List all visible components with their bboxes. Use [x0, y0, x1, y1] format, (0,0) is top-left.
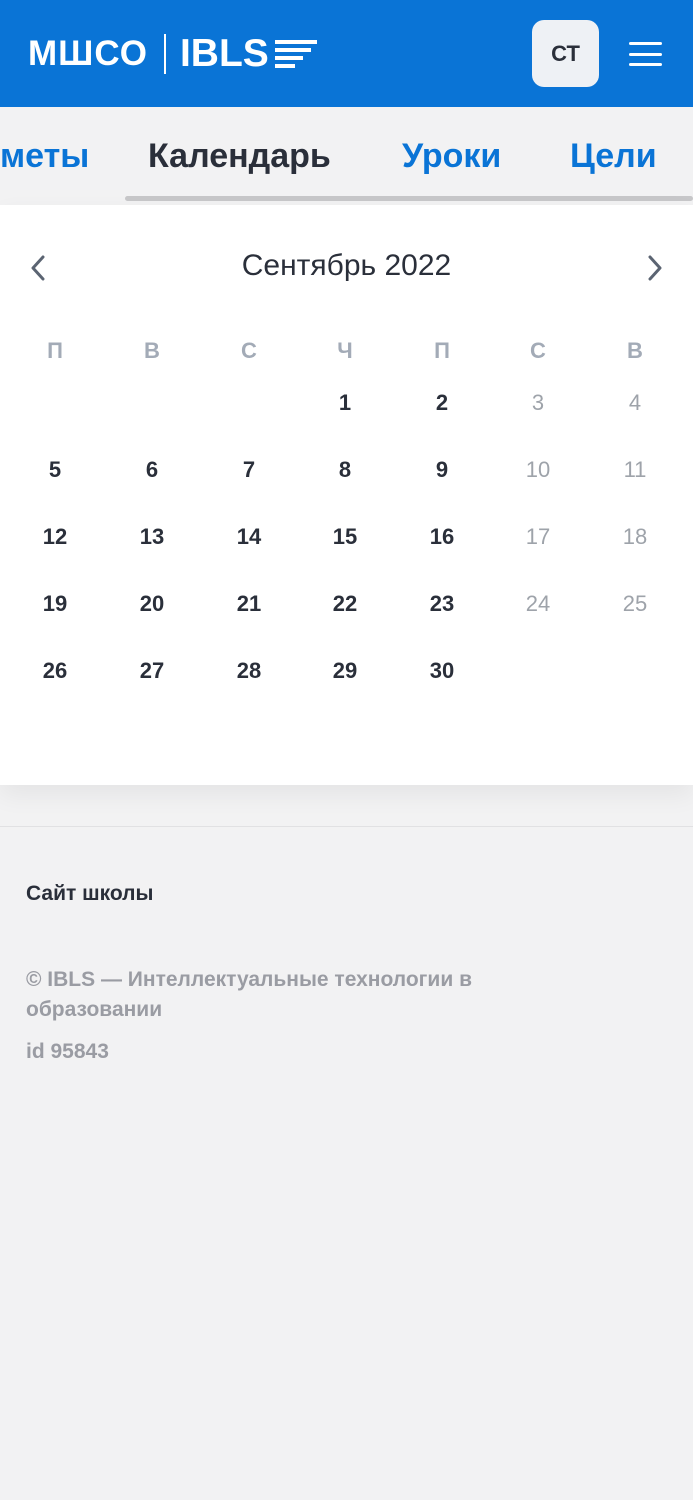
- calendar: Сентябрь 2022 ПВСЧПСВ 1 2 3 4 5 6 7 8 9 10 11 12 13 1…: [0, 205, 693, 785]
- calendar-day[interactable]: 14: [219, 524, 279, 550]
- copyright-text: © IBLS — Интеллектуальные технологии в о…: [26, 968, 472, 1021]
- calendar-day[interactable]: 13: [122, 524, 182, 550]
- tab-lessons[interactable]: Уроки: [402, 137, 501, 176]
- weekday-label: Ч: [337, 338, 353, 363]
- calendar-day[interactable]: 7: [219, 457, 279, 483]
- weekday-label: В: [144, 338, 160, 363]
- calendar-day[interactable]: 15: [315, 524, 375, 550]
- calendar-day[interactable]: 22: [315, 591, 375, 617]
- logo-separator: [163, 34, 166, 74]
- calendar-day[interactable]: 3: [508, 390, 568, 416]
- calendar-day[interactable]: 4: [605, 390, 665, 416]
- calendar-day[interactable]: 1: [315, 390, 375, 416]
- calendar-day[interactable]: 8: [315, 457, 375, 483]
- calendar-day[interactable]: 23: [412, 591, 472, 617]
- month-title: Сентябрь 2022: [241, 249, 452, 282]
- calendar-day[interactable]: 30: [412, 658, 472, 684]
- tab-subjects[interactable]: меты: [0, 137, 89, 176]
- calendar-day[interactable]: 17: [508, 524, 568, 550]
- calendar-day[interactable]: 16: [412, 524, 472, 550]
- logo[interactable]: МШСО IBLS: [28, 32, 317, 75]
- calendar-day[interactable]: 5: [25, 457, 85, 483]
- hamburger-menu-icon[interactable]: [629, 42, 662, 66]
- weekday-label: С: [241, 338, 257, 363]
- logo-lines-icon: [274, 40, 317, 68]
- avatar[interactable]: СТ: [532, 20, 599, 87]
- calendar-day[interactable]: 21: [219, 591, 279, 617]
- calendar-day[interactable]: 26: [25, 658, 85, 684]
- app-header: МШСО IBLS СТ: [0, 0, 693, 107]
- weekday-label: П: [434, 338, 450, 363]
- calendar-day[interactable]: 9: [412, 457, 472, 483]
- calendar-day[interactable]: 12: [25, 524, 85, 550]
- calendar-day[interactable]: 27: [122, 658, 182, 684]
- logo-ibls-text: IBLS: [179, 32, 269, 75]
- user-id-text: id 95843: [26, 1040, 109, 1063]
- tab-active-indicator: [125, 196, 693, 201]
- tab-bar: меты Календарь Уроки Цели: [0, 107, 693, 205]
- calendar-day[interactable]: 24: [508, 591, 568, 617]
- calendar-day[interactable]: 25: [605, 591, 665, 617]
- calendar-day[interactable]: 29: [315, 658, 375, 684]
- calendar-day[interactable]: 20: [122, 591, 182, 617]
- avatar-initials: СТ: [551, 40, 580, 66]
- calendar-day[interactable]: 28: [219, 658, 279, 684]
- calendar-day[interactable]: 18: [605, 524, 665, 550]
- tab-goals[interactable]: Цели: [570, 137, 657, 176]
- footer-divider: [0, 826, 693, 827]
- school-site-link[interactable]: Сайт школы: [26, 882, 153, 906]
- tab-calendar[interactable]: Календарь: [148, 137, 331, 176]
- calendar-day[interactable]: 10: [508, 457, 568, 483]
- calendar-day[interactable]: 2: [412, 390, 472, 416]
- weekday-label: П: [47, 338, 63, 363]
- weekday-label: С: [530, 338, 546, 363]
- weekday-label: В: [627, 338, 643, 363]
- chevron-right-icon[interactable]: [642, 255, 666, 281]
- calendar-day[interactable]: 19: [25, 591, 85, 617]
- calendar-day[interactable]: 6: [122, 457, 182, 483]
- calendar-day[interactable]: 11: [605, 457, 665, 483]
- logo-mshco-text: МШСО: [28, 34, 148, 73]
